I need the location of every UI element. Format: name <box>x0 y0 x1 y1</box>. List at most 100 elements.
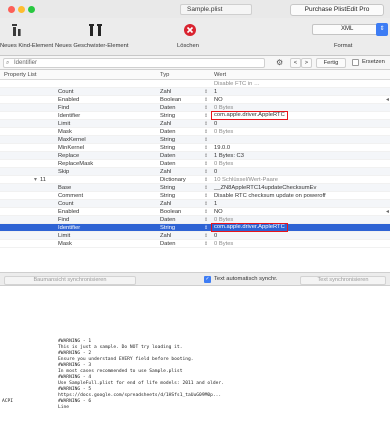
table-row[interactable]: Limit Zahl ⇕ 0 <box>0 232 390 240</box>
row-key: Identifier <box>58 113 81 119</box>
format-select[interactable]: XML <box>312 24 378 35</box>
zoom-window-button[interactable] <box>28 6 35 13</box>
find-next-button[interactable]: > <box>301 58 312 68</box>
row-value[interactable]: 1 <box>214 88 217 96</box>
row-type: Daten <box>160 153 176 159</box>
text-line: #WARNING - 6 <box>58 399 92 404</box>
row-value[interactable]: 19.0.0 <box>214 144 230 152</box>
done-button[interactable]: Fertig <box>316 58 346 68</box>
table-row[interactable]: ReplaceMask Daten ⇕ 0 Bytes <box>0 160 390 168</box>
row-value[interactable]: Disable RTC checksum update on poweroff <box>214 192 326 200</box>
stepper-icon[interactable]: ⇕ <box>204 96 208 104</box>
stepper-icon[interactable]: ⇕ <box>204 200 208 208</box>
column-header-type[interactable]: Typ <box>160 72 169 78</box>
table-row[interactable]: Enabled Boolean ⇕ NO ◂ <box>0 96 390 104</box>
row-value[interactable]: 1 <box>214 200 217 208</box>
column-header-value[interactable]: Wert <box>214 72 226 78</box>
highlighted-identifier-value[interactable]: com.apple.driver.AppleRTC <box>211 111 288 120</box>
gear-icon[interactable]: ⚙ <box>276 58 283 67</box>
new-child-label[interactable]: Neues Kind-Element <box>0 43 53 49</box>
table-row[interactable]: Replace Daten ⇕ 1 Bytes: C3 <box>0 152 390 160</box>
minimize-window-button[interactable] <box>18 6 25 13</box>
row-key: Mask <box>58 129 72 135</box>
row-type: Zahl <box>160 89 172 95</box>
row-key: Count <box>58 201 74 207</box>
table-row[interactable]: Base String ⇕ __ZN8AppleRTC14updateChecksum… <box>0 184 390 192</box>
table-row[interactable]: Mask Daten ⇕ 0 Bytes <box>0 240 390 248</box>
highlighted-identifier-value[interactable]: com.apple.driver.AppleRTC <box>211 223 288 232</box>
find-previous-button[interactable]: < <box>290 58 301 68</box>
table-row[interactable]: Comment String ⇕ Disable RTC checksum updat… <box>0 192 390 200</box>
row-type: String <box>160 193 176 199</box>
table-row[interactable]: Find Daten ⇕ 0 Bytes <box>0 216 390 224</box>
stepper-icon[interactable]: ⇕ <box>204 216 208 224</box>
table-row[interactable]: Identifier String ⇕ com.apple.driver.AppleR… <box>0 111 390 120</box>
new-sibling-label[interactable]: Neues Geschwister-Element <box>55 43 128 49</box>
table-row[interactable]: MaxKernel String ⇕ <box>0 136 390 144</box>
stepper-icon[interactable]: ⇕ <box>204 88 208 96</box>
row-value[interactable]: 0 <box>214 168 217 176</box>
row-value[interactable]: 0 <box>214 120 217 128</box>
new-child-icon[interactable] <box>10 23 26 42</box>
new-sibling-icon[interactable] <box>88 23 106 42</box>
chevron-updown-icon[interactable]: ⇕ <box>376 23 388 36</box>
row-key: Identifier <box>58 225 81 231</box>
stepper-icon[interactable]: ⇕ <box>204 136 208 144</box>
sync-bar: Baumansicht synchronisieren ✓ Text autom… <box>0 272 390 286</box>
close-window-button[interactable] <box>8 6 15 13</box>
stepper-icon[interactable]: ⇕ <box>204 168 208 176</box>
table-row[interactable]: Mask Daten ⇕ 0 Bytes <box>0 128 390 136</box>
table-row[interactable]: Disable FTC in … <box>0 80 390 88</box>
row-value[interactable]: 1 Bytes: C3 <box>214 152 244 160</box>
stepper-icon[interactable]: ⇕ <box>204 176 208 184</box>
row-type: Boolean <box>160 97 182 103</box>
column-header-key[interactable]: Property List <box>4 72 37 78</box>
row-value[interactable]: 0 Bytes <box>214 240 233 248</box>
table-row[interactable]: Limit Zahl ⇕ 0 <box>0 120 390 128</box>
text-line: Use SampleFull.plist for end of life mod… <box>58 381 224 386</box>
stepper-icon[interactable]: ⇕ <box>204 184 208 192</box>
stepper-icon[interactable]: ⇕ <box>204 144 208 152</box>
delete-label[interactable]: Löschen <box>177 43 199 49</box>
row-type: Daten <box>160 161 176 167</box>
stepper-icon[interactable]: ⇕ <box>204 232 208 240</box>
row-value[interactable]: 0 Bytes <box>214 160 233 168</box>
stepper-icon[interactable]: ⇕ <box>204 152 208 160</box>
stepper-icon[interactable]: ⇕ <box>204 128 208 136</box>
stepper-icon[interactable]: ⇕ <box>204 224 208 232</box>
row-value[interactable]: __ZN8AppleRTC14updateChecksumEv <box>214 184 316 192</box>
table-row[interactable]: ▾ 11 Dictionary ⇕ 10 Schlüssel/Wert-Paare <box>0 176 390 184</box>
table-row[interactable]: Find Daten ⇕ 0 Bytes <box>0 104 390 112</box>
row-value[interactable]: 0 Bytes <box>214 128 233 136</box>
table-row[interactable]: Enabled Boolean ⇕ NO ◂ <box>0 208 390 216</box>
stepper-icon[interactable]: ⇕ <box>204 160 208 168</box>
table-row[interactable]: Count Zahl ⇕ 1 <box>0 200 390 208</box>
stepper-icon[interactable]: ⇕ <box>204 104 208 112</box>
row-key: ReplaceMask <box>58 161 94 167</box>
search-input[interactable]: ⌕ Identifier <box>3 58 265 68</box>
row-key: Count <box>58 89 74 95</box>
row-key: Skip <box>58 169 70 175</box>
delete-icon[interactable] <box>183 23 197 40</box>
search-input-text: Identifier <box>14 60 38 66</box>
stepper-icon[interactable]: ⇕ <box>204 192 208 200</box>
replace-checkbox[interactable] <box>352 59 359 66</box>
row-value[interactable]: NO <box>214 208 223 216</box>
table-row[interactable]: Count Zahl ⇕ 1 <box>0 88 390 96</box>
stepper-icon[interactable]: ⇕ <box>204 120 208 128</box>
sync-text-button[interactable]: Text synchronisieren <box>300 276 386 285</box>
row-value[interactable]: 0 <box>214 232 217 240</box>
table-row[interactable]: MinKernel String ⇕ 19.0.0 <box>0 144 390 152</box>
stepper-icon[interactable]: ⇕ <box>204 240 208 248</box>
purchase-button[interactable]: Purchase PlistEdit Pro <box>290 4 384 16</box>
xml-text-editor[interactable]: #WARNING - 1 This is just a sample. Do N… <box>0 287 390 421</box>
disclosure-triangle-icon[interactable]: ▾ <box>34 176 37 184</box>
sync-tree-button[interactable]: Baumansicht synchronisieren <box>4 276 136 285</box>
stepper-icon[interactable]: ⇕ <box>204 112 208 120</box>
table-row-selected[interactable]: Identifier String ⇕ com.apple.driver.AppleR… <box>0 223 390 232</box>
auto-sync-checkbox[interactable]: ✓ <box>204 276 211 283</box>
document-title: Sample.plist <box>180 4 252 15</box>
row-value[interactable]: NO <box>214 96 223 104</box>
table-row[interactable]: Skip Zahl ⇕ 0 <box>0 168 390 176</box>
stepper-icon[interactable]: ⇕ <box>204 208 208 216</box>
